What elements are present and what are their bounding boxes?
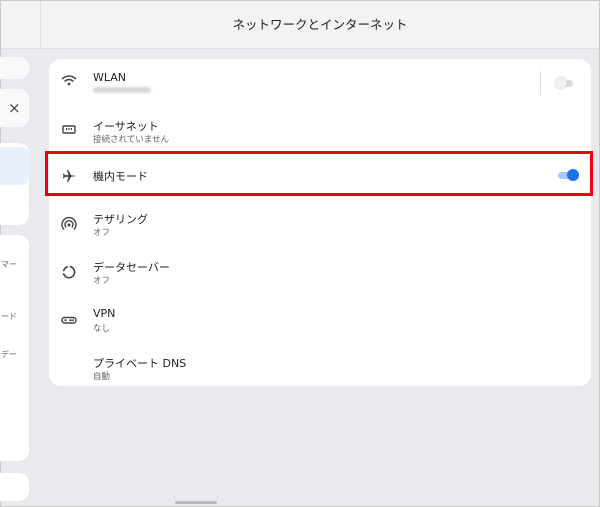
- vpn-key-icon: [59, 310, 79, 330]
- tethering-row[interactable]: テザリング オフ: [49, 200, 591, 248]
- navigation-handle[interactable]: [175, 501, 217, 504]
- airplane-mode-highlight-box: [45, 151, 593, 196]
- vpn-row[interactable]: VPN なし: [49, 296, 591, 344]
- ethernet-icon: [59, 119, 79, 139]
- wlan-network-name-obscured: [93, 87, 151, 93]
- ethernet-title: イーサネット: [93, 120, 159, 133]
- network-settings-card: WLAN イーサネット 接続されていません 機内モード テザリング オフ データ…: [49, 59, 591, 386]
- left-panel-item-2[interactable]: ード: [1, 311, 17, 322]
- tethering-status: オフ: [93, 228, 111, 238]
- vpn-title: VPN: [93, 307, 116, 320]
- left-panel-nav-card: [0, 143, 29, 225]
- private-dns-status: 自動: [93, 372, 111, 382]
- wlan-divider: [540, 71, 541, 95]
- ethernet-status: 接続されていません: [93, 135, 169, 145]
- vpn-status: なし: [93, 324, 111, 334]
- data-saver-icon: [59, 262, 79, 282]
- top-bar: ネットワークとインターネット: [1, 1, 599, 49]
- left-panel-card: [0, 57, 29, 79]
- private-dns-title: プライベート DNS: [93, 357, 187, 370]
- left-panel-item-1[interactable]: マー: [1, 259, 17, 270]
- data-saver-title: データセーバー: [93, 261, 170, 274]
- left-panel-item-3[interactable]: デー: [1, 349, 17, 360]
- tethering-title: テザリング: [93, 213, 148, 226]
- wifi-icon: [59, 71, 79, 91]
- ethernet-row[interactable]: イーサネット 接続されていません: [49, 107, 591, 155]
- page-title: ネットワークとインターネット: [232, 17, 408, 32]
- left-panel-bottom-card: [0, 473, 29, 501]
- wlan-title: WLAN: [93, 71, 127, 84]
- left-panel-selected-item[interactable]: [0, 147, 29, 185]
- private-dns-row[interactable]: プライベート DNS 自動: [49, 344, 591, 392]
- hotspot-icon: [59, 214, 79, 234]
- data-saver-status: オフ: [93, 276, 111, 286]
- close-icon[interactable]: ×: [8, 99, 21, 117]
- data-saver-row[interactable]: データセーバー オフ: [49, 248, 591, 296]
- wlan-toggle[interactable]: [555, 77, 575, 89]
- wlan-row[interactable]: WLAN: [49, 59, 591, 107]
